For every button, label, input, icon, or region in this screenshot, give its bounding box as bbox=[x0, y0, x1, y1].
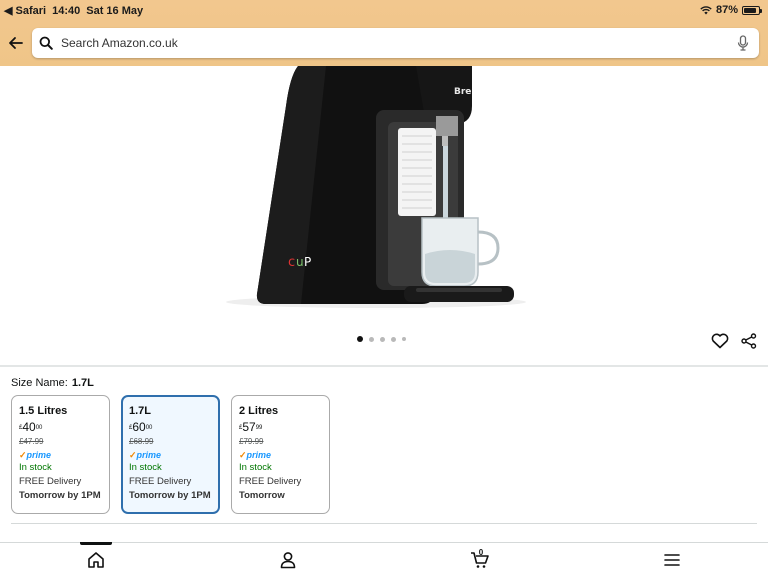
pagination-dot[interactable] bbox=[369, 336, 374, 342]
section-divider bbox=[11, 523, 757, 524]
amazon-product-page: ◀ Safari 14:40 Sat 16 May 87% Search Ama… bbox=[0, 0, 768, 576]
active-tab-indicator bbox=[80, 542, 112, 545]
search-icon bbox=[39, 36, 53, 50]
option-old-price: £68.99 bbox=[129, 437, 154, 446]
option-price: £4000 bbox=[19, 420, 43, 434]
wifi-icon bbox=[700, 5, 712, 14]
option-old-price: £47.99 bbox=[19, 437, 44, 446]
svg-text:c: c bbox=[288, 255, 295, 270]
search-input[interactable]: Search Amazon.co.uk bbox=[32, 28, 759, 58]
status-bar: ◀ Safari 14:40 Sat 16 May 87% bbox=[0, 0, 768, 22]
option-price: £6000 bbox=[129, 420, 153, 434]
option-stock: In stock bbox=[19, 462, 52, 473]
option-price: £5799 bbox=[239, 420, 263, 434]
option-title: 2 Litres bbox=[239, 405, 279, 417]
size-option-1-7l[interactable]: 1.7L £6000 £68.99 ✓prime In stock FREE D… bbox=[121, 395, 220, 514]
microphone-icon[interactable] bbox=[737, 35, 749, 51]
account-icon[interactable] bbox=[278, 551, 298, 569]
cart-button[interactable]: 0 bbox=[470, 548, 490, 569]
back-to-app-link[interactable]: ◀ Safari bbox=[4, 4, 46, 17]
size-name-label: Size Name: 1.7L bbox=[11, 377, 94, 389]
header-band: ◀ Safari 14:40 Sat 16 May 87% Search Ama… bbox=[0, 0, 768, 66]
battery-icon bbox=[742, 5, 762, 15]
product-image-hot-water-dispenser[interactable]: Bre c u P bbox=[226, 66, 542, 316]
battery-percent: 87% bbox=[715, 4, 738, 16]
prime-check-icon: ✓ bbox=[239, 450, 247, 460]
pagination-dot[interactable] bbox=[380, 336, 385, 342]
heart-icon[interactable] bbox=[711, 333, 729, 349]
status-time: 14:40 bbox=[52, 4, 81, 17]
prime-badge: ✓prime bbox=[19, 450, 52, 460]
pagination-dot[interactable] bbox=[391, 336, 396, 342]
size-option-2-litres[interactable]: 2 Litres £5799 £79.99 ✓prime In stock FR… bbox=[231, 395, 330, 514]
prime-badge: ✓prime bbox=[239, 450, 272, 460]
section-divider bbox=[0, 365, 768, 367]
size-label-text: Size Name: bbox=[11, 377, 68, 389]
option-delivery: FREE Delivery bbox=[19, 476, 82, 487]
cart-count-badge: 0 bbox=[478, 548, 484, 557]
search-placeholder: Search Amazon.co.uk bbox=[61, 36, 178, 50]
prime-check-icon: ✓ bbox=[129, 450, 137, 460]
home-icon[interactable] bbox=[86, 551, 106, 569]
option-delivery: FREE Delivery bbox=[129, 476, 192, 487]
option-stock: In stock bbox=[129, 462, 162, 473]
svg-text:Bre: Bre bbox=[454, 87, 471, 97]
share-icon[interactable] bbox=[741, 333, 757, 349]
option-delivery: FREE Delivery bbox=[239, 476, 302, 487]
svg-text:u: u bbox=[296, 255, 304, 269]
bottom-navigation: 0 bbox=[0, 542, 768, 576]
prime-check-icon: ✓ bbox=[19, 450, 27, 460]
size-options: 1.5 Litres £4000 £47.99 ✓prime In stock … bbox=[11, 395, 330, 514]
back-arrow-icon[interactable] bbox=[6, 33, 26, 53]
menu-icon[interactable] bbox=[662, 551, 682, 569]
option-title: 1.7L bbox=[129, 405, 152, 417]
size-selected-value: 1.7L bbox=[71, 377, 94, 389]
status-date: Sat 16 May bbox=[86, 4, 144, 17]
back-app-label: Safari bbox=[15, 5, 47, 17]
option-delivery-time: Tomorrow by 1PM bbox=[19, 490, 101, 501]
option-old-price: £79.99 bbox=[239, 437, 264, 446]
svg-text:P: P bbox=[304, 255, 311, 269]
option-delivery-time: Tomorrow bbox=[239, 490, 285, 501]
size-option-1-5-litres[interactable]: 1.5 Litres £4000 £47.99 ✓prime In stock … bbox=[11, 395, 110, 514]
option-stock: In stock bbox=[239, 462, 272, 473]
image-pagination-dots[interactable] bbox=[357, 336, 406, 342]
option-title: 1.5 Litres bbox=[19, 405, 68, 417]
option-delivery-time: Tomorrow by 1PM bbox=[129, 490, 211, 501]
pagination-dot[interactable] bbox=[402, 337, 406, 341]
pagination-dot[interactable] bbox=[357, 336, 363, 342]
prime-badge: ✓prime bbox=[129, 450, 162, 460]
